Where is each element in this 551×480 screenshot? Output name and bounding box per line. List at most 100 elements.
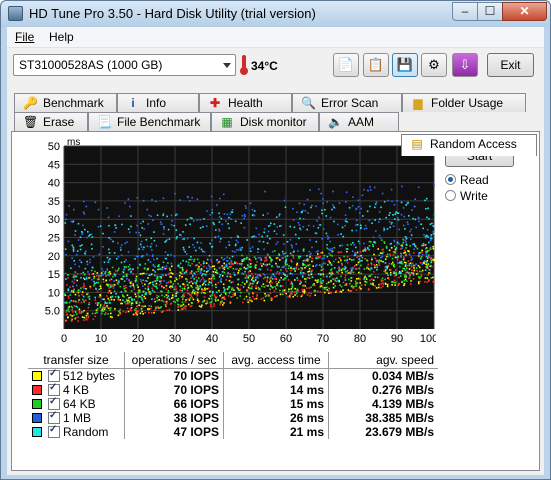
series-checkbox[interactable] (48, 368, 60, 382)
series-checkbox[interactable] (48, 382, 60, 396)
tab-random-access[interactable]: ▤ Random Access (401, 134, 537, 156)
read-radio[interactable]: Read (445, 172, 525, 188)
scatter-point (198, 247, 201, 250)
scatter-point (151, 287, 153, 289)
scatter-point (178, 277, 181, 280)
exit-button[interactable]: Exit (487, 53, 534, 77)
scatter-point (421, 249, 423, 252)
tab-error-scan[interactable]: 🔍 Error Scan (292, 93, 402, 112)
save-button[interactable]: 💾 (392, 53, 418, 77)
scatter-point (327, 290, 330, 292)
scatter-point (432, 232, 435, 235)
scatter-point (408, 263, 411, 265)
scatter-point (183, 288, 186, 291)
close-button[interactable]: ✕ (502, 2, 547, 21)
scatter-point (156, 277, 158, 280)
copy-screenshot-button[interactable]: 📋 (363, 53, 389, 77)
series-checkbox[interactable] (48, 424, 60, 438)
menu-bar: File Help (7, 27, 544, 48)
scatter-point (76, 291, 79, 293)
tab-aam[interactable]: 🔈 AAM (319, 112, 399, 131)
tab-health-label: Health (228, 96, 263, 110)
scatter-point (267, 225, 270, 227)
scatter-point (251, 236, 253, 238)
scatter-point (253, 214, 256, 217)
scatter-point (213, 265, 215, 267)
scatter-point (388, 262, 391, 265)
scatter-point (355, 285, 358, 287)
scatter-point (269, 292, 272, 294)
scatter-point (156, 275, 159, 278)
scatter-point (144, 297, 147, 300)
drive-select[interactable]: ST31000528AS (1000 GB) (13, 54, 236, 76)
title-bar[interactable]: HD Tune Pro 3.50 - Hard Disk Utility (tr… (1, 1, 550, 27)
scatter-point (65, 253, 67, 256)
write-radio[interactable]: Write (445, 188, 525, 204)
scatter-point (301, 275, 304, 277)
scatter-point (163, 267, 166, 270)
scatter-point (107, 285, 110, 287)
scatter-point (412, 278, 415, 280)
scatter-point (249, 250, 252, 252)
tab-disk-monitor[interactable]: ▦ Disk monitor (211, 112, 319, 131)
scatter-point (195, 282, 198, 284)
scatter-point (311, 260, 313, 263)
scatter-point (405, 244, 408, 246)
scatter-point (162, 300, 165, 303)
scatter-point (352, 287, 355, 290)
scatter-point (95, 309, 98, 312)
scatter-point (133, 288, 136, 290)
options-button[interactable]: ⚙ (421, 53, 447, 77)
scatter-point (129, 205, 131, 208)
tab-file-benchmark[interactable]: 📃 File Benchmark (88, 112, 211, 131)
scatter-point (339, 244, 341, 247)
scatter-point (294, 233, 297, 236)
scatter-point (181, 304, 184, 307)
scatter-point (407, 250, 409, 252)
scatter-point (191, 262, 193, 265)
scatter-point (410, 272, 413, 274)
tab-folder-usage[interactable]: ▆ Folder Usage (402, 93, 526, 112)
tab-erase[interactable]: 🗑 Erase (14, 112, 88, 131)
scatter-point (90, 233, 93, 236)
scatter-point (107, 297, 109, 300)
scatter-point (69, 314, 72, 316)
scatter-point (189, 200, 191, 202)
series-checkbox[interactable] (48, 396, 60, 410)
scatter-point (249, 275, 252, 277)
scatter-point (240, 284, 242, 286)
scatter-point (378, 262, 381, 265)
maximize-button[interactable]: ☐ (477, 2, 503, 21)
scatter-point (175, 278, 178, 281)
scatter-point (421, 263, 423, 265)
menu-file[interactable]: File (15, 30, 34, 44)
series-checkbox[interactable] (48, 410, 60, 424)
scatter-point (128, 297, 130, 299)
scatter-point (175, 277, 177, 279)
scatter-point (321, 251, 324, 254)
scatter-point (109, 271, 111, 273)
scatter-point (142, 313, 144, 315)
copy-info-button[interactable]: 📄 (333, 53, 359, 77)
minimize-button[interactable]: – (452, 2, 478, 21)
scatter-point (367, 263, 369, 266)
menu-help[interactable]: Help (49, 30, 74, 44)
scatter-point (64, 272, 67, 275)
download-button[interactable]: ⇩ (452, 53, 478, 77)
tab-info[interactable]: i Info (117, 93, 199, 112)
scatter-point (94, 296, 96, 299)
scatter-point (271, 297, 273, 300)
scatter-point (241, 262, 243, 265)
tab-benchmark[interactable]: 🔑 Benchmark (14, 93, 117, 112)
tab-health[interactable]: ✚ Health (199, 93, 292, 112)
scatter-point (255, 285, 257, 287)
scatter-point (84, 252, 86, 254)
scatter-point (73, 278, 76, 281)
scatter-point (103, 304, 105, 306)
scatter-point (352, 271, 355, 274)
scatter-point (228, 292, 231, 294)
scatter-point (143, 295, 145, 298)
scatter-point (213, 303, 215, 305)
scatter-point (263, 228, 266, 230)
scatter-point (263, 299, 266, 302)
